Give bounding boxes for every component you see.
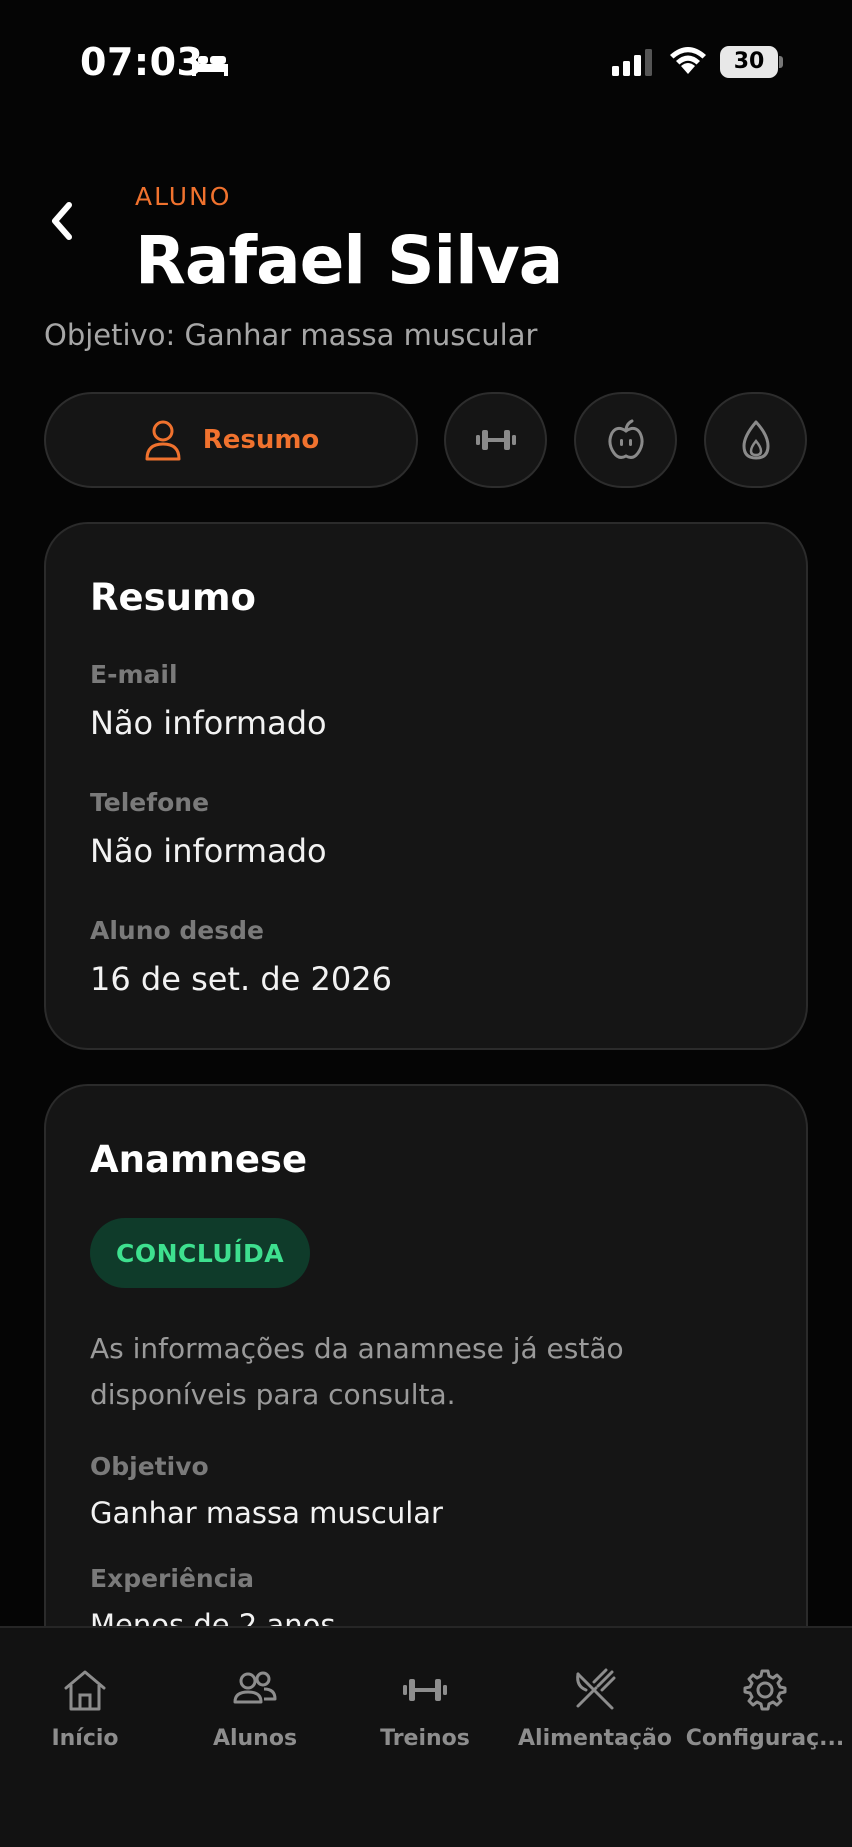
nav-label-home: Início [51,1726,119,1751]
objective-value: Ganhar massa muscular [90,1496,443,1530]
phone-label: Telefone [90,788,210,817]
bed-icon [190,48,230,82]
status-badge-label: CONCLUÍDA [116,1238,285,1268]
home-icon [64,1670,106,1711]
flame-icon [742,420,769,460]
page-title: Rafael Silva [135,222,563,299]
battery-tip [779,56,783,68]
experience-label: Experiência [90,1564,254,1593]
tab-resumo-label: Resumo [202,425,320,455]
phone-value: Não informado [90,832,327,870]
apple-icon [607,419,644,459]
member-since-label: Aluno desde [90,916,264,945]
utensils-icon [576,1668,616,1710]
signal-icon [612,48,654,80]
back-button[interactable] [42,196,82,246]
nav-item-food[interactable]: Alimentação [510,1668,680,1751]
battery-icon: 30 [720,46,778,78]
nav-item-settings[interactable]: Configuraç... [680,1668,850,1751]
nav-label-food: Alimentação [518,1726,672,1751]
tab-workouts[interactable] [444,392,547,488]
nav-item-students[interactable]: Alunos [170,1668,340,1751]
dumbbell-icon [403,1679,447,1701]
member-since-value: 16 de set. de 2026 [90,960,392,998]
chevron-left-icon [52,202,72,240]
email-value: Não informado [90,704,327,742]
status-time: 07:03 [80,40,204,84]
anamnese-title: Anamnese [90,1138,308,1181]
nav-label-students: Alunos [212,1726,298,1751]
summary-card: Resumo E-mail Não informado Telefone Não… [44,522,808,1050]
student-goal: Objetivo: Ganhar massa muscular [44,318,538,352]
tab-nutrition[interactable] [574,392,677,488]
user-icon [145,420,181,461]
status-badge: CONCLUÍDA [90,1218,311,1288]
tab-calories[interactable] [704,392,807,488]
gear-icon [743,1669,787,1711]
summary-title: Resumo [90,576,256,619]
nav-label-settings: Configuraç... [685,1726,845,1751]
email-label: E-mail [90,660,178,689]
tab-resumo[interactable]: Resumo [44,392,418,488]
wifi-icon [668,44,708,80]
status-bar: 07:03 30 [0,0,852,130]
nav-label-workouts: Treinos [380,1726,470,1751]
battery-level: 30 [733,49,765,74]
role-label: ALUNO [135,182,232,211]
nav-item-workouts[interactable]: Treinos [340,1668,510,1751]
dumbbell-icon [475,430,516,450]
objective-label: Objetivo [90,1452,209,1481]
anamnese-description: As informações da anamnese já estão disp… [90,1332,624,1411]
nav-item-home[interactable]: Início [0,1668,170,1751]
bottom-nav: Início Alunos Treinos Alimentação Config… [0,1626,852,1847]
users-icon [233,1671,277,1704]
